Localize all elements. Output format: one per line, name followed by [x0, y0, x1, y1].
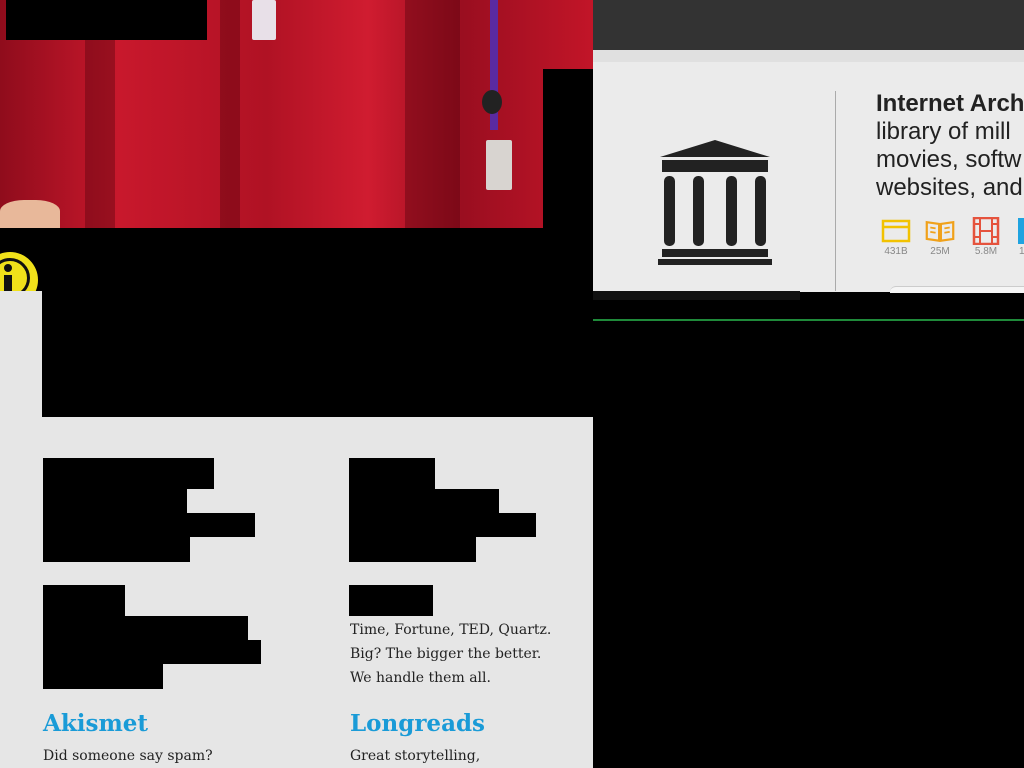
vip-description: Time, Fortune, TED, Quartz. Big? The big… [350, 622, 552, 686]
redaction-block [349, 537, 476, 562]
redaction-block [43, 585, 125, 616]
product-description: Great storytelling, [350, 748, 481, 764]
redaction-block [6, 0, 207, 40]
redaction-block [543, 69, 593, 291]
site-subtitle: library of mill movies, softw websites, … [876, 118, 1023, 201]
id-card [486, 140, 512, 190]
product-description: Did someone say spam? [43, 748, 213, 764]
header-divider [835, 91, 836, 291]
browser-top-bar [593, 0, 1024, 50]
redaction-block [43, 513, 255, 537]
site-title[interactable]: Internet Arch [876, 90, 1024, 118]
redaction-block [593, 291, 800, 300]
redaction-block [349, 585, 433, 616]
web-icon[interactable] [881, 217, 911, 245]
audio-count: 1 [1019, 246, 1024, 257]
product-link-akismet[interactable]: Akismet [43, 710, 148, 737]
search-input[interactable] [890, 286, 1024, 293]
film-count: 5.8M [974, 246, 998, 257]
book-count: 25M [930, 246, 950, 257]
hand [0, 200, 60, 228]
audio-icon[interactable] [1018, 218, 1024, 244]
redaction-block [349, 513, 536, 537]
product-link-longreads[interactable]: Longreads [350, 710, 485, 737]
redaction-block [43, 537, 190, 562]
redaction-block [43, 458, 214, 489]
redaction-block [43, 616, 248, 640]
internet-archive-logo-icon[interactable] [656, 138, 774, 268]
book-icon[interactable] [925, 217, 955, 245]
page-divider [593, 319, 1024, 321]
redaction-block [43, 489, 187, 513]
redaction-block [349, 458, 435, 489]
products-panel: Time, Fortune, TED, Quartz. Big? The big… [0, 291, 593, 768]
film-icon[interactable] [971, 217, 1001, 245]
redaction-block [43, 640, 261, 664]
redaction-block [349, 489, 499, 513]
redaction-block [43, 664, 163, 689]
id-badge [252, 0, 276, 40]
badge-reel [482, 90, 502, 114]
redaction-block [42, 291, 593, 417]
web-count: 431B [884, 246, 908, 257]
